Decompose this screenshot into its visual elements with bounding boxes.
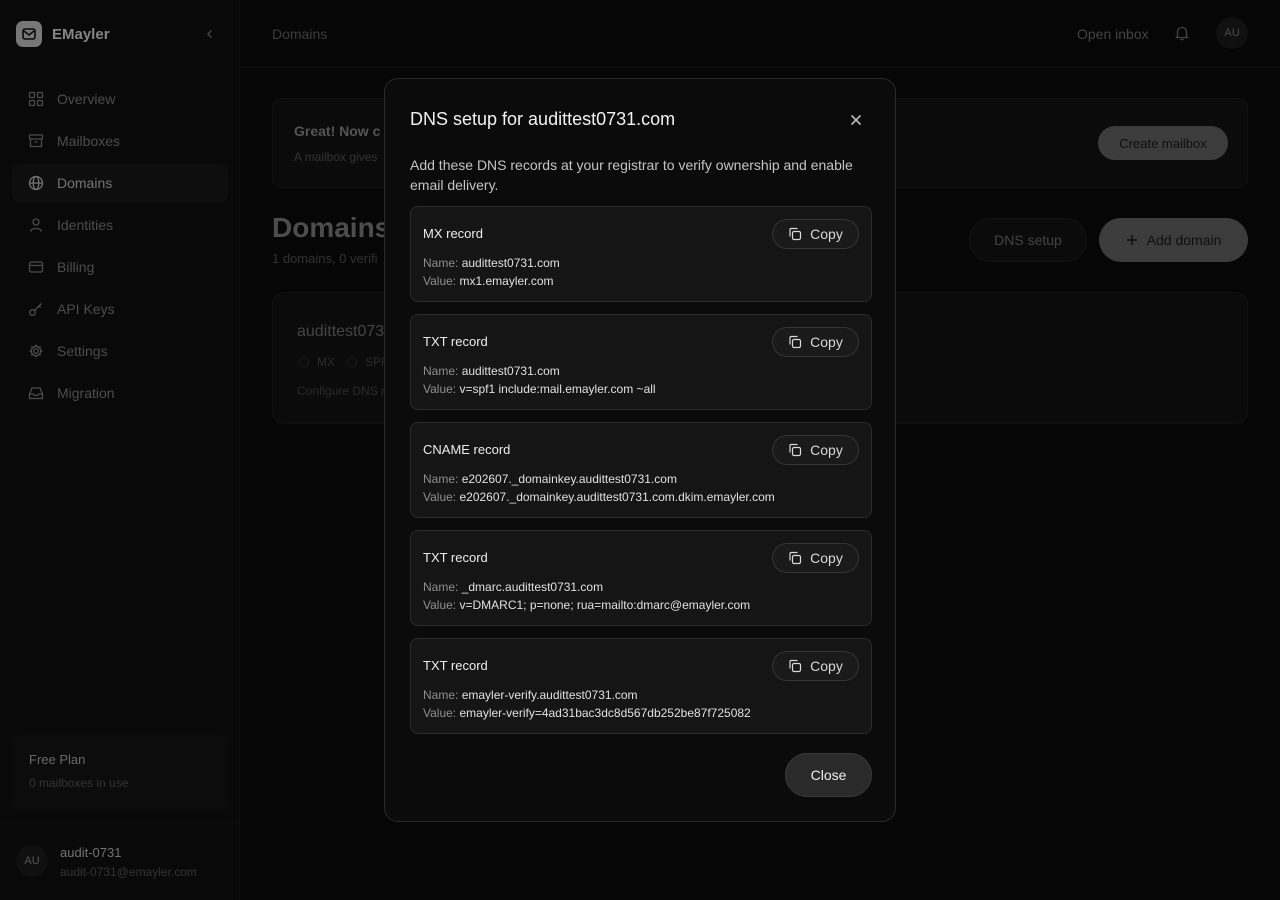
record-type: MX record [423, 226, 483, 241]
record-name: _dmarc.audittest0731.com [461, 580, 604, 594]
record-type: CNAME record [423, 442, 511, 457]
dialog-title: DNS setup for audittest0731.com [410, 109, 676, 129]
copy-button[interactable]: Copy [772, 543, 859, 573]
copy-icon [789, 335, 802, 349]
dns-record-card: MX record Copy Name: audittest0731.com V… [410, 206, 872, 302]
record-value: mx1.emayler.com [459, 274, 554, 288]
close-button[interactable]: Close [785, 753, 872, 797]
record-name: audittest0731.com [461, 364, 560, 378]
copy-button[interactable]: Copy [772, 651, 859, 681]
copy-label: Copy [810, 442, 843, 458]
record-value: e202607._domainkey.audittest0731.com.dki… [459, 490, 775, 504]
record-name-line: Name: audittest0731.com [423, 364, 560, 378]
copy-button[interactable]: Copy [772, 435, 859, 465]
record-value: v=DMARC1; p=none; rua=mailto:dmarc@emayl… [459, 598, 751, 612]
copy-icon [789, 551, 802, 565]
record-value-line: Value: mx1.emayler.com [423, 274, 554, 288]
copy-icon [789, 227, 802, 241]
record-name-line: Name: audittest0731.com [423, 256, 560, 270]
dialog-description: Add these DNS records at your registrar … [410, 157, 853, 193]
copy-button[interactable]: Copy [772, 327, 859, 357]
copy-label: Copy [810, 226, 843, 242]
record-name: e202607._domainkey.audittest0731.com [461, 472, 677, 486]
record-name: emayler-verify.audittest0731.com [461, 688, 638, 702]
record-type: TXT record [423, 550, 488, 565]
copy-label: Copy [810, 658, 843, 674]
record-value: emayler-verify=4ad31bac3dc8d567db252be87… [459, 706, 751, 720]
record-name: audittest0731.com [461, 256, 560, 270]
copy-label: Copy [810, 550, 843, 566]
dns-record-card: TXT record Copy Name: emayler-verify.aud… [410, 638, 872, 734]
dialog-close-button[interactable] [847, 111, 865, 129]
close-icon [850, 114, 862, 126]
record-name-line: Name: emayler-verify.audittest0731.com [423, 688, 638, 702]
record-value: v=spf1 include:mail.emayler.com ~all [459, 382, 656, 396]
dns-record-card: CNAME record Copy Name: e202607._domaink… [410, 422, 872, 518]
dns-record-card: TXT record Copy Name: _dmarc.audittest07… [410, 530, 872, 626]
copy-button[interactable]: Copy [772, 219, 859, 249]
copy-icon [789, 659, 802, 673]
record-type: TXT record [423, 658, 488, 673]
record-value-line: Value: v=spf1 include:mail.emayler.com ~… [423, 382, 656, 396]
record-name-line: Name: _dmarc.audittest0731.com [423, 580, 604, 594]
copy-icon [789, 443, 802, 457]
record-value-line: Value: v=DMARC1; p=none; rua=mailto:dmar… [423, 598, 751, 612]
dns-setup-dialog: DNS setup for audittest0731.com Add thes… [384, 78, 896, 822]
record-name-line: Name: e202607._domainkey.audittest0731.c… [423, 472, 677, 486]
record-value-line: Value: emayler-verify=4ad31bac3dc8d567db… [423, 706, 751, 720]
record-value-line: Value: e202607._domainkey.audittest0731.… [423, 490, 775, 504]
copy-label: Copy [810, 334, 843, 350]
dns-record-card: TXT record Copy Name: audittest0731.com … [410, 314, 872, 410]
record-type: TXT record [423, 334, 488, 349]
